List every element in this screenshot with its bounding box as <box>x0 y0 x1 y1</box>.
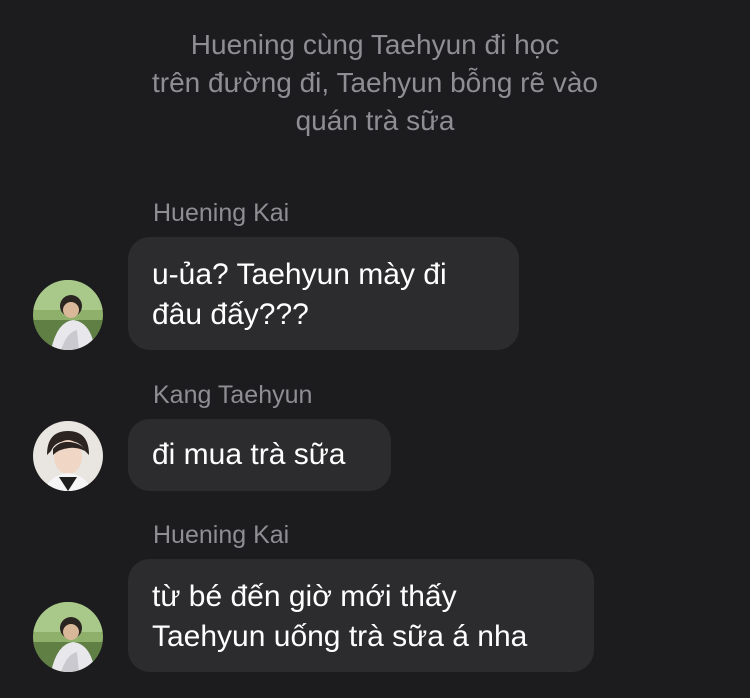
taehyun-avatar[interactable] <box>33 421 103 491</box>
message-bubble[interactable]: từ bé đến giờ mới thấy Taehyun uống trà … <box>128 559 594 672</box>
message-text: đi mua trà sữa <box>152 438 346 471</box>
system-note-line: trên đường đi, Taehyun bỗng rẽ vào <box>151 67 598 98</box>
huening-avatar[interactable] <box>33 280 103 350</box>
message-bubble[interactable]: u-ủa? Taehyun mày đi đâu đấy??? <box>128 237 519 350</box>
message-text: từ bé đến giờ mới thấy <box>152 580 457 613</box>
sender-name: Huening Kai <box>153 521 290 549</box>
system-note: Huening cùng Taehyun đi học trên đường đ… <box>0 26 750 140</box>
message-text: Taehyun uống trà sữa á nha <box>152 620 528 653</box>
message-bubble[interactable]: đi mua trà sữa <box>128 419 391 491</box>
chat-screen: Huening cùng Taehyun đi học trên đường đ… <box>0 0 750 698</box>
message-text: u-ủa? Taehyun mày đi <box>152 258 447 291</box>
message-text: đâu đấy??? <box>152 298 309 331</box>
system-note-line: quán trà sữa <box>295 105 455 136</box>
sender-name: Kang Taehyun <box>153 381 313 409</box>
system-note-line: Huening cùng Taehyun đi học <box>190 29 560 60</box>
huening-avatar[interactable] <box>33 602 103 672</box>
sender-name: Huening Kai <box>153 199 290 227</box>
